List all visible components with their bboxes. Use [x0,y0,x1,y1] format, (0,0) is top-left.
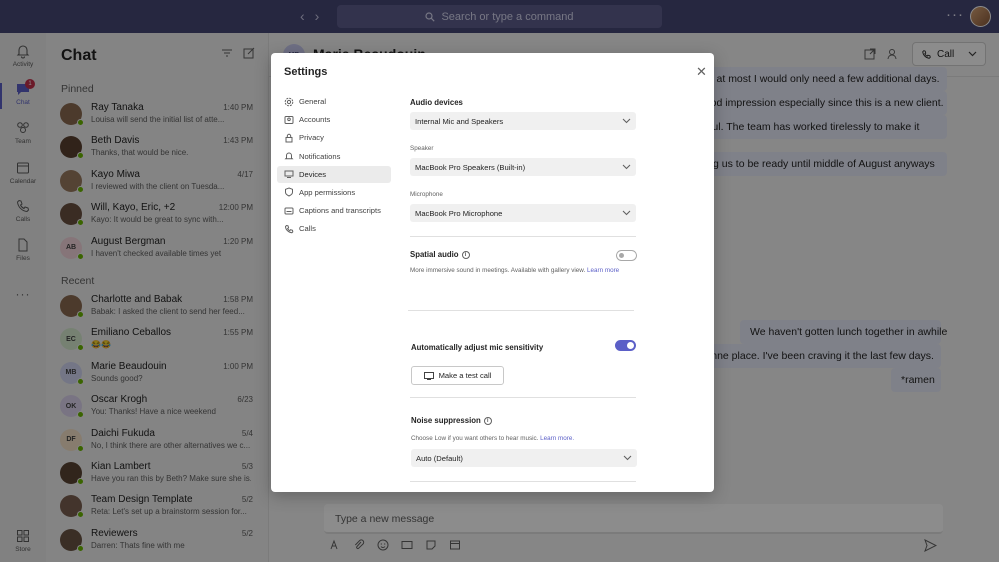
noise-suppression-select[interactable]: Auto (Default) [411,449,637,467]
divider [410,481,636,482]
settings-nav-accounts[interactable]: Accounts [277,111,391,128]
audio-devices-select[interactable]: Internal Mic and Speakers [410,112,636,130]
settings-nav-label: General [299,97,327,106]
chevron-down-icon [622,210,631,216]
settings-nav-privacy[interactable]: Privacy [277,129,391,146]
spatial-audio-description: More immersive sound in meetings. Availa… [410,267,619,274]
speaker-select[interactable]: MacBook Pro Speakers (Built-in) [410,158,636,176]
noise-desc-text: Choose Low if you want others to hear mu… [411,435,539,442]
noise-suppression-value: Auto (Default) [416,453,463,463]
settings-nav-label: Captions and transcripts [299,206,381,216]
close-icon[interactable]: ✕ [696,65,707,78]
make-test-call-button[interactable]: Make a test call [411,366,504,385]
gear-icon [284,97,294,106]
settings-nav-label: Devices [299,169,327,179]
settings-nav-calls[interactable]: Calls [277,220,391,237]
phone-icon [284,224,294,234]
microphone-label: Microphone [410,191,443,198]
info-icon[interactable]: i [483,416,492,425]
auto-mic-toggle[interactable] [615,340,636,351]
noise-suppression-description: Choose Low if you want others to hear mu… [411,435,574,442]
bell-icon [284,152,294,160]
lock-icon [285,133,293,143]
settings-nav-label: Calls [299,224,316,234]
audio-devices-label: Audio devices [410,98,463,107]
spatial-audio-desc-text: More immersive sound in meetings. Availa… [410,267,586,274]
spatial-audio-heading: Spatial audio i [410,250,470,259]
microphone-select[interactable]: MacBook Pro Microphone [410,204,636,222]
speaker-value: MacBook Pro Speakers (Built-in) [415,162,526,172]
spatial-audio-toggle[interactable] [616,250,637,261]
test-call-label: Make a test call [438,371,492,380]
settings-nav-general[interactable]: General [277,93,391,110]
settings-nav-devices[interactable]: Devices [277,165,391,183]
chevron-down-icon [623,455,632,461]
info-icon[interactable]: i [461,250,470,259]
divider [410,236,636,237]
settings-nav-label: App permissions [299,187,356,197]
divider [408,310,634,311]
learn-more-link[interactable]: Learn more. [540,435,574,442]
noise-suppression-heading: Noise suppression i [411,416,492,425]
chevron-down-icon [622,118,631,124]
dialog-title: Settings [284,66,328,78]
microphone-value: MacBook Pro Microphone [415,208,503,218]
settings-nav-notifications[interactable]: Notifications [277,148,391,165]
noise-suppression-label: Noise suppression [411,416,481,425]
settings-nav-label: Notifications [299,151,341,161]
audio-devices-value: Internal Mic and Speakers [415,116,504,126]
settings-nav-label: Accounts [299,115,331,125]
devices-icon [284,170,294,179]
settings-nav: General Accounts Privacy Notifications Devic… [277,93,391,239]
devices-settings-pane: Audio devices Internal Mic and Speakers … [408,53,640,492]
accounts-icon [284,115,294,124]
shield-icon [285,187,293,197]
captions-icon [284,207,294,215]
auto-mic-label: Automatically adjust mic sensitivity [411,343,544,352]
divider [410,397,636,398]
spatial-audio-label: Spatial audio [410,250,459,259]
settings-dialog: Settings ✕ General Accounts Privacy Notific… [271,53,714,492]
test-call-icon [423,371,434,380]
learn-more-link[interactable]: Learn more [587,267,619,274]
chevron-down-icon [622,164,631,170]
settings-nav-captions-and-transcripts[interactable]: Captions and transcripts [277,202,391,219]
settings-nav-label: Privacy [299,133,324,143]
settings-nav-app-permissions[interactable]: App permissions [277,184,391,201]
speaker-label: Speaker [410,145,434,152]
